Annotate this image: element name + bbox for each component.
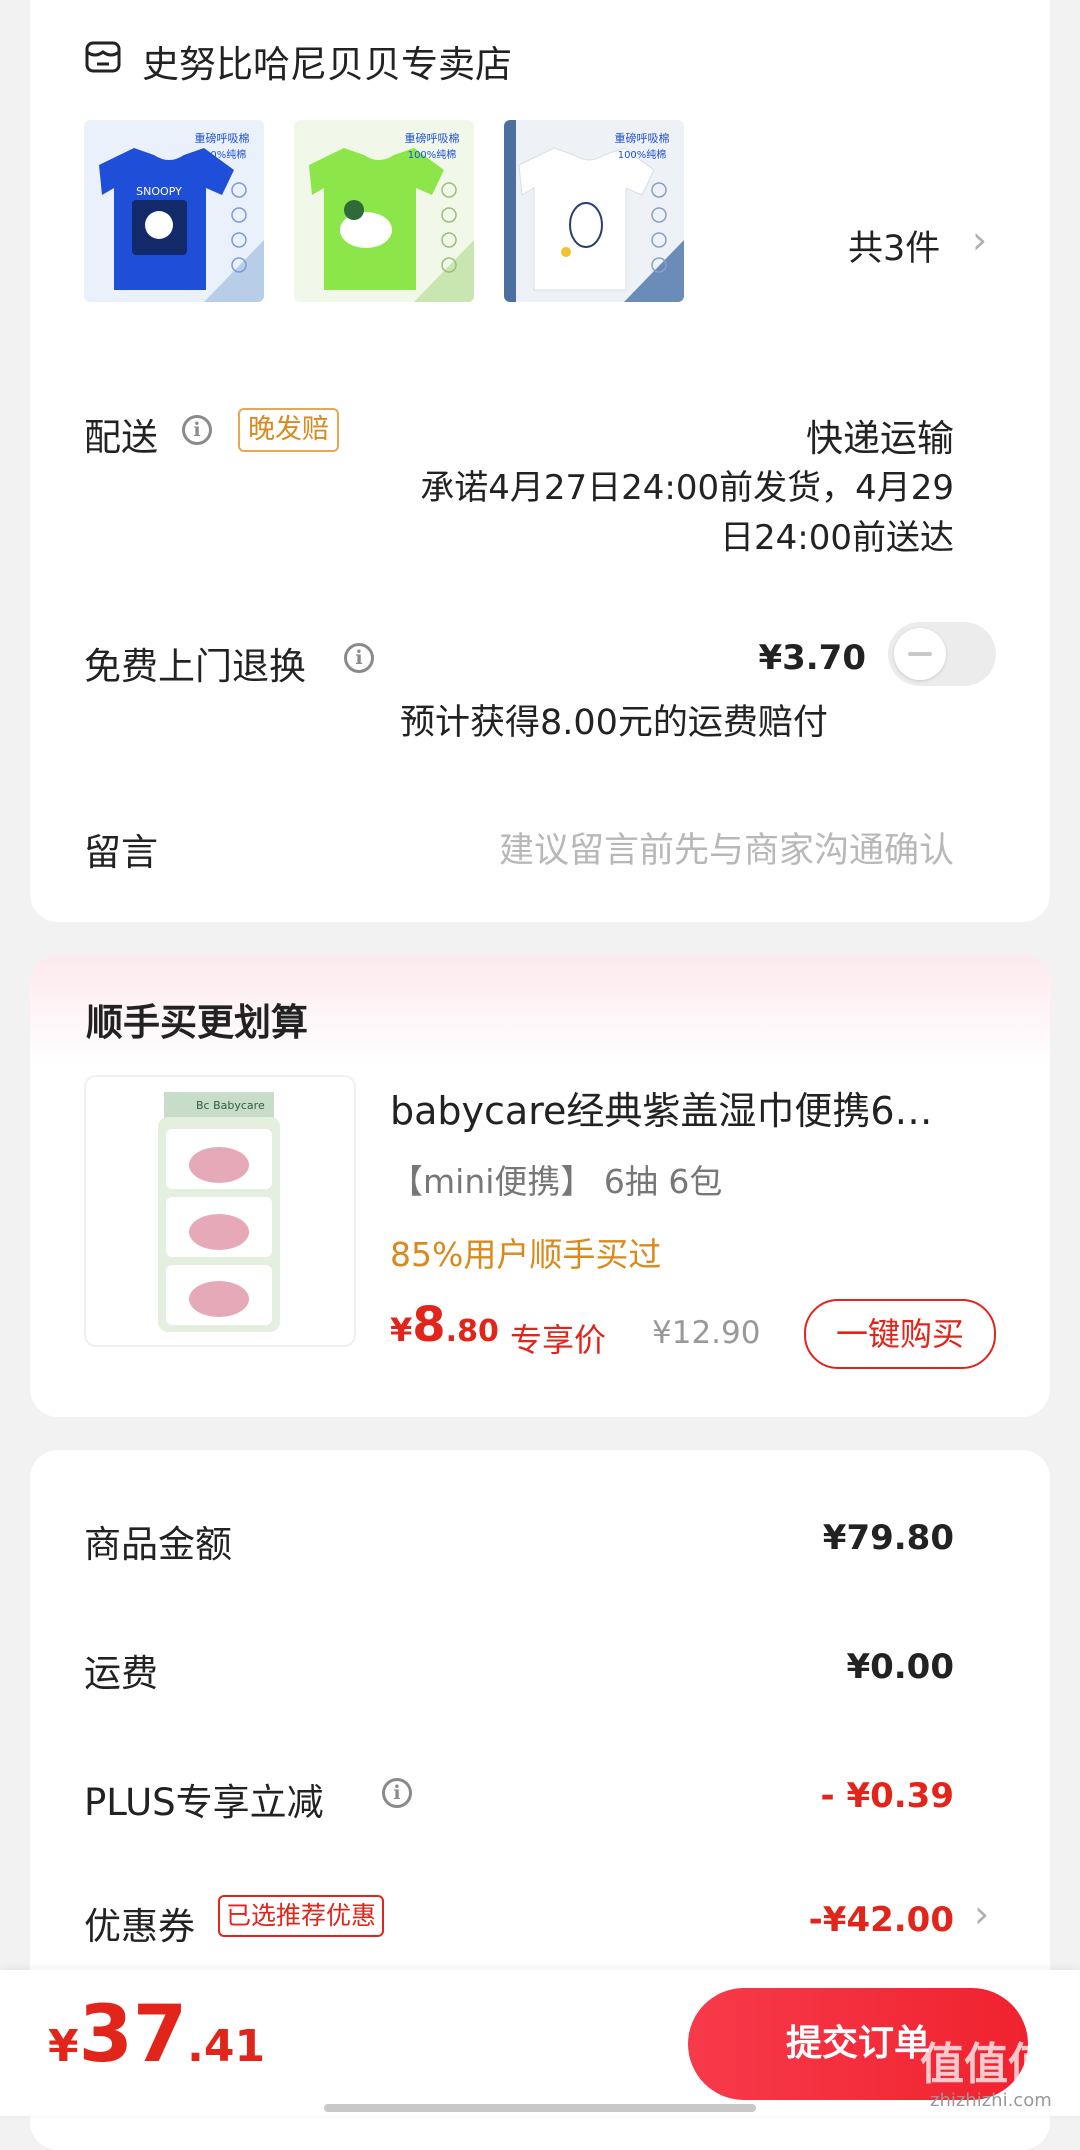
summary-goods-value: ¥79.80 (822, 1518, 954, 1558)
return-service-note: 预计获得8.00元的运费赔付 (400, 703, 828, 743)
delivery-method[interactable]: 快递运输 (806, 408, 954, 462)
store-icon (85, 41, 121, 73)
home-indicator[interactable] (324, 2104, 756, 2112)
minus-icon (894, 628, 946, 680)
total-price: ¥37.41 (48, 1990, 266, 2080)
product-thumbnail-2[interactable]: 重磅呼吸棉 100%纯棉 (294, 120, 474, 302)
addon-social-proof: 85%用户顺手买过 (390, 1235, 662, 1274)
addon-image-brand: Bc Babycare (196, 1099, 265, 1112)
addon-title: 顺手买更划算 (86, 1001, 308, 1044)
addon-price-tag: 专享价 (510, 1321, 607, 1359)
watermark-logo: 值值值 (920, 2039, 1052, 2090)
product-count[interactable]: 共3件 (848, 220, 940, 271)
info-icon[interactable]: i (182, 415, 212, 445)
product-thumbnail-1[interactable]: SNOOPY 重磅呼吸棉 100%纯棉 (84, 120, 264, 302)
coupon-selected-badge: 已选推荐优惠 (218, 1895, 385, 1937)
svg-text:100%纯棉: 100%纯棉 (408, 148, 457, 161)
summary-plus-label: PLUS专享立减 (84, 1781, 324, 1824)
watermark-url: zhizhizhi.com (930, 2090, 1052, 2111)
addon-price: ¥8.80 (390, 1297, 499, 1353)
addon-product-spec: 【mini便携】 6抽 6包 (390, 1162, 723, 1201)
summary-shipping-label: 运费 (84, 1652, 158, 1695)
info-icon[interactable]: i (344, 643, 374, 673)
addon-product-title[interactable]: babycare经典紫盖湿巾便携6… (390, 1080, 933, 1135)
summary-goods-label: 商品金额 (84, 1523, 232, 1566)
store-name[interactable]: 史努比哈尼贝贝专卖店 (142, 34, 512, 88)
svg-text:重磅呼吸棉: 重磅呼吸棉 (615, 131, 670, 145)
chevron-right-icon[interactable]: › (972, 218, 987, 262)
one-click-buy-button[interactable]: 一键购买 (804, 1299, 996, 1369)
message-label: 留言 (84, 831, 158, 874)
svg-text:重磅呼吸棉: 重磅呼吸棉 (195, 131, 250, 145)
product-thumbnail-3[interactable]: 重磅呼吸棉 100%纯棉 (504, 120, 684, 302)
summary-coupon-label: 优惠券 (84, 1905, 195, 1948)
late-delivery-badge: 晚发赔 (238, 408, 339, 452)
checkout-bar: ¥37.41 提交订单 值值值 zhizhizhi.com (0, 1970, 1080, 2116)
delivery-promise-line1: 承诺4月27日24:00前发货，4月29 (420, 468, 954, 508)
svg-text:SNOOPY: SNOOPY (136, 185, 182, 198)
info-icon[interactable]: i (382, 1778, 412, 1808)
order-card: 史努比哈尼贝贝专卖店 SNOOPY 重磅呼吸棉 100%纯棉 重磅呼吸棉 100… (30, 0, 1050, 922)
addon-card: 顺手买更划算 Bc Babycare babycare经典紫盖湿巾便携6… 【m… (30, 955, 1050, 1417)
delivery-label: 配送 (84, 416, 158, 459)
delivery-promise-line2: 日24:00前送达 (720, 518, 954, 558)
addon-original-price: ¥12.90 (652, 1315, 761, 1351)
message-input[interactable]: 建议留言前先与商家沟通确认 (499, 822, 954, 873)
summary-shipping-value: ¥0.00 (846, 1647, 954, 1687)
return-service-price: ¥3.70 (758, 638, 866, 678)
summary-plus-value: - ¥0.39 (820, 1776, 955, 1816)
svg-text:重磅呼吸棉: 重磅呼吸棉 (405, 131, 460, 145)
return-service-label: 免费上门退换 (84, 645, 306, 688)
summary-coupon-value[interactable]: -¥42.00 (809, 1900, 954, 1940)
chevron-right-icon[interactable]: › (974, 1892, 989, 1936)
svg-text:100%纯棉: 100%纯棉 (198, 148, 247, 161)
return-service-toggle[interactable] (888, 622, 996, 686)
svg-text:100%纯棉: 100%纯棉 (618, 148, 667, 161)
addon-product-image[interactable]: Bc Babycare (84, 1075, 356, 1347)
